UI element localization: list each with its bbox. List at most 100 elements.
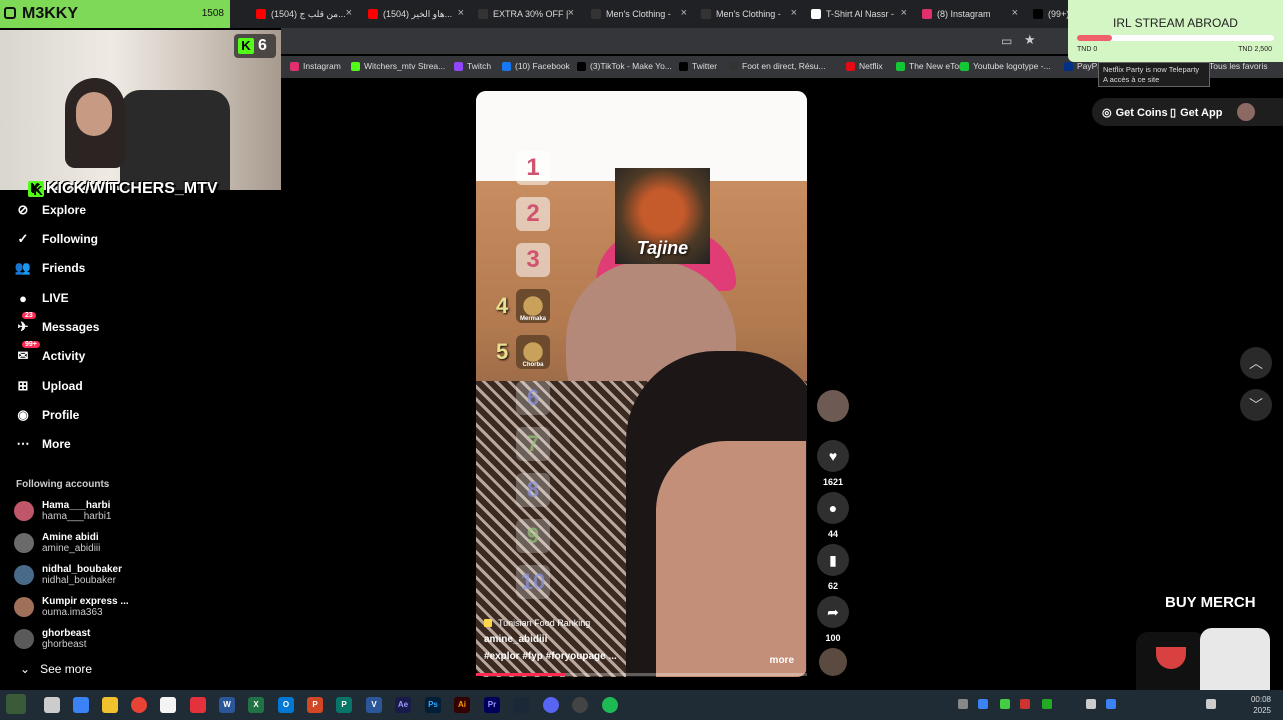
save-button[interactable]: ▮ 62 [817,544,849,591]
outlook-icon[interactable]: O [278,697,294,713]
volume-icon[interactable] [1206,699,1216,709]
bookmark-item[interactable]: Foot en direct, Résu... [729,61,826,71]
stream-overlay-name: M3KKY 1508 [0,0,230,28]
bookmark-item[interactable]: Netflix [846,61,883,71]
tray-app-icon[interactable] [1000,699,1010,709]
bookmark-label: Youtube logotype -... [973,61,1051,71]
sidebar-item-explore[interactable]: ⊘ Explore [14,200,86,220]
account-name: ghorbeast [42,628,91,639]
following-account[interactable]: ghorbeast ghorbeast [14,628,90,650]
comment-button[interactable]: ● 44 [817,492,849,539]
browser-tab[interactable]: (99+) [1027,4,1135,24]
sidebar-item-profile[interactable]: ◉ Profile [14,405,79,425]
sidebar-item-upload[interactable]: ⊞ Upload [14,376,83,396]
music-disc-avatar[interactable] [819,648,847,676]
video-hashtags[interactable]: #explor #fyp #foryoupage ... [484,651,794,662]
tray-app-icon[interactable] [1042,699,1052,709]
following-account[interactable]: Hama___harbi hama___harbi1 [14,500,112,522]
bookmark-item[interactable]: Youtube logotype -... [960,61,1051,71]
video-author[interactable]: amine_abidiii [484,634,794,645]
tab-close-icon[interactable]: × [458,7,464,19]
user-avatar[interactable] [1237,103,1255,121]
browser-tab[interactable]: (8) Instagram × [916,4,1024,24]
rank-slot: 8 [516,473,550,507]
bookmark-item[interactable]: (3)TikTok - Make Yo... [577,61,672,71]
tray-overflow-icon[interactable] [958,699,968,709]
file-explorer-icon[interactable] [102,697,118,713]
tab-close-icon[interactable]: × [568,7,574,19]
see-more-button[interactable]: ⌄ See more [20,662,92,676]
following-account[interactable]: Amine abidi amine_abidiii [14,532,100,554]
rank-side-number: 5 [496,339,509,364]
tab-close-icon[interactable]: × [681,7,687,19]
discord-icon[interactable] [543,697,559,713]
overlay-logo-icon [4,7,16,19]
previous-video-button[interactable]: ︿ [1240,347,1272,379]
tab-close-icon[interactable]: × [1012,7,1018,19]
sidebar-item-more[interactable]: ⋯ More [14,434,71,454]
tab-title: (99+) [1048,9,1070,19]
tray-app-icon[interactable] [1086,699,1096,709]
tab-close-icon[interactable]: × [346,7,352,19]
chrome-icon[interactable] [131,697,147,713]
browser-tab[interactable]: (1504) من قلب ج... × [250,4,358,24]
excel-icon[interactable]: X [248,697,264,713]
copilot-icon[interactable] [73,697,89,713]
premiere-icon[interactable]: Pr [484,697,500,713]
browser-tab[interactable]: (1504) هاو الخير... × [362,4,470,24]
streamer-name: M3KKY [22,5,79,22]
screencast-icon[interactable]: ▭ [1001,34,1012,48]
sidebar-item-activity[interactable]: ✉ 99+ Activity [14,341,85,366]
tray-app-icon[interactable] [978,699,988,709]
photoshop-icon[interactable]: Ps [425,697,441,713]
bookmark-item[interactable]: Witchers_mtv Strea... [351,61,445,71]
steam-icon[interactable] [513,697,529,713]
sidebar-item-following[interactable]: ✓ Following [14,229,98,249]
author-avatar[interactable] [817,390,849,422]
share-button[interactable]: ➦ 100 [817,596,849,643]
browser-tab[interactable]: Men's Clothing - × [585,4,693,24]
next-video-button[interactable]: ﹀ [1240,389,1272,421]
sidebar-item-messages[interactable]: ✈ 23 Messages [14,312,99,337]
comment-count: 44 [827,529,838,539]
following-account[interactable]: Kumpir express ... ouma.ima363 [14,596,129,618]
get-app-button[interactable]: ▯ Get App [1170,106,1222,120]
video-progress-bar[interactable] [476,673,807,676]
store-icon[interactable] [160,697,176,713]
bookmark-star-icon[interactable]: ★ [1024,32,1036,48]
powerpoint-icon[interactable]: P [307,697,323,713]
bookmark-item[interactable]: Instagram [290,61,341,71]
bluetooth-icon[interactable] [1106,699,1116,709]
publisher-icon[interactable]: P [336,697,352,713]
browser-tab[interactable]: Men's Clothing - × [695,4,803,24]
app-red-icon[interactable] [190,697,206,713]
tray-app-icon[interactable] [1020,699,1030,709]
more-caption-button[interactable]: more [770,655,794,666]
system-clock[interactable]: 00:08 2025 [1251,694,1271,716]
sound-label[interactable]: Tunisian Food Ranking [484,618,794,628]
spotify-icon[interactable] [602,697,618,713]
task-view-icon[interactable] [44,697,60,713]
after-effects-icon[interactable]: Ae [395,697,411,713]
bookmark-item[interactable]: Twitch [454,61,491,71]
bookmark-item[interactable]: The New eToro [896,61,967,71]
clock-time: 00:08 [1250,695,1271,704]
bookmark-favicon-icon [896,61,905,71]
start-avatar-icon[interactable] [6,694,26,714]
following-account[interactable]: nidhal_boubaker nidhal_boubaker [14,564,122,586]
obs-icon[interactable] [572,697,588,713]
rank-slot: Chorba [516,335,550,369]
sidebar-item-live[interactable]: ● LIVE [14,288,69,308]
visio-icon[interactable]: V [366,697,382,713]
word-icon[interactable]: W [219,697,235,713]
sidebar-item-friends[interactable]: 👥 Friends [14,258,85,278]
tab-close-icon[interactable]: × [791,7,797,19]
get-coins-button[interactable]: ◎ Get Coins [1102,106,1168,120]
browser-tab[interactable]: EXTRA 30% OFF | × [472,4,580,24]
browser-tab[interactable]: T-Shirt Al Nassr - × [805,4,913,24]
bookmark-item[interactable]: (10) Facebook [502,61,570,71]
illustrator-icon[interactable]: Ai [454,697,470,713]
like-button[interactable]: ♥ 1621 [817,440,849,487]
tab-close-icon[interactable]: × [901,7,907,19]
bookmark-item[interactable]: Twitter [679,61,717,71]
